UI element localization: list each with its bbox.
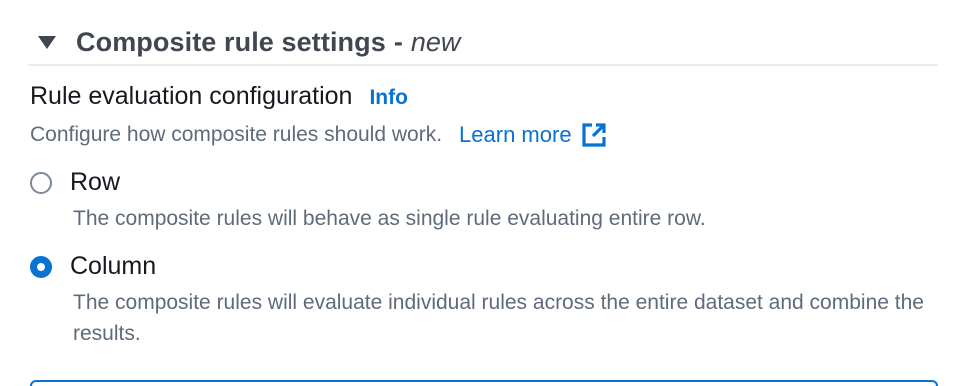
composite-rule-settings-panel: Composite rule settings - new Rule evalu…	[0, 0, 966, 386]
learn-more-label: Learn more	[459, 122, 572, 147]
field-description-row: Configure how composite rules should wor…	[30, 121, 608, 149]
radio-description-column: The composite rules will evaluate indivi…	[73, 291, 924, 345]
section-header-toggle[interactable]: Composite rule settings - new	[38, 22, 460, 62]
radio-label-row: Row	[70, 168, 121, 196]
external-link-icon	[581, 123, 606, 147]
field-label: Rule evaluation configuration	[30, 82, 353, 110]
radio-option-row[interactable]: Row	[30, 168, 120, 197]
radio-description-row: The composite rules will behave as singl…	[73, 207, 706, 230]
learn-more-link[interactable]: Learn more	[459, 121, 608, 149]
section-title: Composite rule settings	[76, 26, 386, 57]
radio-label-column: Column	[70, 252, 157, 280]
radio-option-column[interactable]: Column	[30, 252, 156, 281]
field-description: Configure how composite rules should wor…	[30, 123, 443, 146]
section-new-badge: new	[410, 26, 461, 57]
radio-button-column[interactable]	[30, 255, 52, 278]
next-panel-edge	[30, 380, 938, 386]
info-link[interactable]: Info	[369, 86, 407, 110]
caret-down-icon	[38, 35, 56, 49]
section-title-separator: -	[393, 26, 403, 57]
radio-button-row[interactable]	[30, 171, 52, 194]
field-label-row: Rule evaluation configuration Info	[30, 82, 408, 111]
section-divider	[28, 64, 938, 66]
